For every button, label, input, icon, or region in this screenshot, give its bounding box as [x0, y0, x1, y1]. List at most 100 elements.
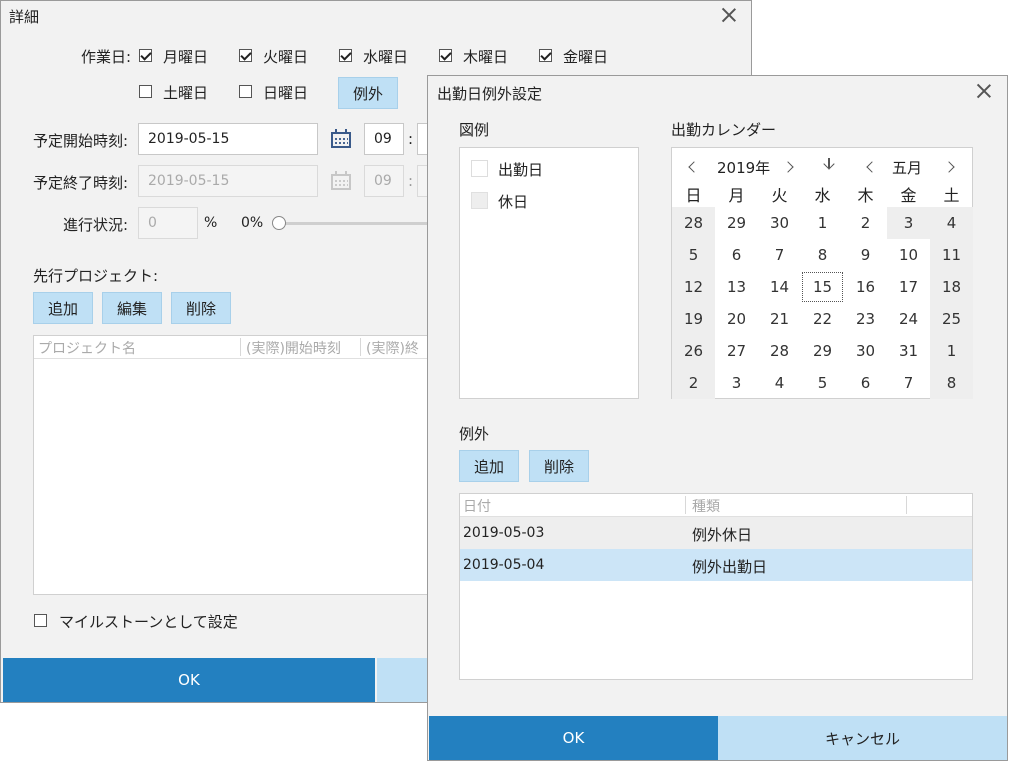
calendar-day[interactable]: 29 — [801, 335, 844, 367]
progress-slider-thumb[interactable] — [272, 216, 286, 230]
calendar-day[interactable]: 2 — [844, 207, 887, 239]
calendar-day[interactable]: 19 — [672, 303, 715, 335]
table-row[interactable]: 2019-05-03 例外休日 — [460, 517, 972, 549]
progress-input[interactable]: 0 — [138, 207, 198, 239]
legend-panel: 出勤日 休日 — [459, 147, 639, 399]
calendar-day[interactable]: 12 — [672, 271, 715, 303]
calendar-day[interactable]: 5 — [801, 367, 844, 399]
column-actual-start[interactable]: (実際)開始時刻 — [246, 338, 341, 358]
calendar-day[interactable]: 27 — [715, 335, 758, 367]
row-date: 2019-05-03 — [463, 525, 545, 541]
prev-year-chevron-icon[interactable] — [688, 161, 700, 173]
workdays-label: 作業日: — [81, 48, 132, 66]
start-time-label: 予定開始時刻: — [33, 132, 129, 150]
calendar-day[interactable]: 22 — [801, 303, 844, 335]
progress-slider-track[interactable] — [279, 222, 431, 225]
next-year-chevron-icon[interactable] — [782, 161, 794, 173]
calendar-day[interactable]: 15 — [801, 271, 844, 303]
start-calendar-icon[interactable] — [331, 129, 351, 148]
end-date-input[interactable]: 2019-05-15 — [138, 165, 318, 197]
predecessor-add-button[interactable]: 追加 — [33, 292, 93, 324]
calendar-day[interactable]: 24 — [887, 303, 930, 335]
legend-workday-label: 出勤日 — [498, 161, 544, 179]
calendar-day[interactable]: 28 — [758, 335, 801, 367]
calendar-day[interactable]: 14 — [758, 271, 801, 303]
predecessor-edit-button[interactable]: 編集 — [102, 292, 162, 324]
start-hour-input[interactable]: 09 — [364, 123, 404, 155]
calendar-day[interactable]: 25 — [930, 303, 973, 335]
calendar-day[interactable]: 7 — [758, 239, 801, 271]
detail-ok-button[interactable]: OK — [3, 658, 375, 702]
thursday-checkbox[interactable] — [439, 49, 452, 62]
saturday-checkbox[interactable] — [139, 85, 152, 98]
wednesday-checkbox[interactable] — [339, 49, 352, 62]
calendar-day[interactable]: 30 — [844, 335, 887, 367]
work-calendar[interactable]: 2019年 五月 日月火水木金土 28 29 30 1 2 3 4 5 6 7 8 9 10 11 12 13 1… — [671, 147, 973, 399]
calendar-day[interactable]: 30 — [758, 207, 801, 239]
table-row-selected[interactable]: 2019-05-04 例外出勤日 — [460, 549, 972, 581]
calendar-day[interactable]: 16 — [844, 271, 887, 303]
calendar-day[interactable]: 4 — [930, 207, 973, 239]
calendar-day[interactable]: 31 — [887, 335, 930, 367]
next-month-chevron-icon[interactable] — [943, 161, 955, 173]
calendar-day[interactable]: 18 — [930, 271, 973, 303]
prev-month-chevron-icon[interactable] — [866, 161, 878, 173]
exception-cancel-button[interactable]: キャンセル — [718, 716, 1007, 760]
legend-holiday-label: 休日 — [498, 193, 529, 211]
calendar-day[interactable]: 5 — [672, 239, 715, 271]
start-date-input[interactable]: 2019-05-15 — [138, 123, 318, 155]
calendar-weekday-header: 月 — [728, 186, 745, 205]
monday-checkbox[interactable] — [139, 49, 152, 62]
exception-close-icon[interactable] — [976, 83, 992, 99]
calendar-day[interactable]: 26 — [672, 335, 715, 367]
calendar-day[interactable]: 28 — [672, 207, 715, 239]
calendar-day[interactable]: 17 — [887, 271, 930, 303]
tuesday-checkbox[interactable] — [239, 49, 252, 62]
calendar-day[interactable]: 6 — [715, 239, 758, 271]
row-date: 2019-05-04 — [463, 557, 545, 573]
calendar-day[interactable]: 11 — [930, 239, 973, 271]
calendar-day[interactable]: 8 — [930, 367, 973, 399]
calendar-day[interactable]: 29 — [715, 207, 758, 239]
progress-label: 進行状況: — [63, 216, 129, 234]
column-date[interactable]: 日付 — [463, 496, 491, 516]
calendar-day[interactable]: 6 — [844, 367, 887, 399]
column-type[interactable]: 種類 — [692, 496, 720, 516]
calendar-day[interactable]: 1 — [801, 207, 844, 239]
exception-table[interactable]: 日付 種類 2019-05-03 例外休日 2019-05-04 例外出勤日 — [459, 493, 973, 680]
calendar-day[interactable]: 10 — [887, 239, 930, 271]
calendar-weekday-header: 火 — [771, 186, 788, 205]
calendar-day[interactable]: 21 — [758, 303, 801, 335]
milestone-checkbox[interactable] — [34, 614, 47, 627]
calendar-month[interactable]: 五月 — [892, 157, 922, 178]
end-hour-input[interactable]: 09 — [364, 165, 404, 197]
predecessor-table[interactable]: プロジェクト名 (実際)開始時刻 (実際)終 — [33, 335, 453, 595]
row-type: 例外出勤日 — [692, 558, 768, 576]
calendar-day[interactable]: 1 — [930, 335, 973, 367]
calendar-day[interactable]: 7 — [887, 367, 930, 399]
calendar-year[interactable]: 2019年 — [717, 157, 770, 178]
end-calendar-icon[interactable] — [331, 171, 351, 190]
calendar-day[interactable]: 13 — [715, 271, 758, 303]
detail-close-icon[interactable] — [721, 7, 737, 23]
exception-add-button[interactable]: 追加 — [459, 450, 519, 482]
exception-button[interactable]: 例外 — [338, 77, 398, 109]
jump-down-arrow-head — [823, 158, 835, 170]
legend-title: 図例 — [459, 121, 490, 139]
calendar-weekday-header: 水 — [814, 186, 831, 205]
calendar-day[interactable]: 3 — [887, 207, 930, 239]
column-actual-end[interactable]: (実際)終 — [366, 338, 419, 358]
calendar-day[interactable]: 2 — [672, 367, 715, 399]
predecessor-delete-button[interactable]: 削除 — [171, 292, 231, 324]
calendar-day[interactable]: 4 — [758, 367, 801, 399]
calendar-day[interactable]: 20 — [715, 303, 758, 335]
calendar-day[interactable]: 3 — [715, 367, 758, 399]
calendar-day[interactable]: 8 — [801, 239, 844, 271]
column-project-name[interactable]: プロジェクト名 — [38, 338, 136, 358]
exception-delete-button[interactable]: 削除 — [529, 450, 589, 482]
exception-ok-button[interactable]: OK — [429, 716, 718, 760]
sunday-checkbox[interactable] — [239, 85, 252, 98]
friday-checkbox[interactable] — [539, 49, 552, 62]
calendar-day[interactable]: 23 — [844, 303, 887, 335]
calendar-day[interactable]: 9 — [844, 239, 887, 271]
